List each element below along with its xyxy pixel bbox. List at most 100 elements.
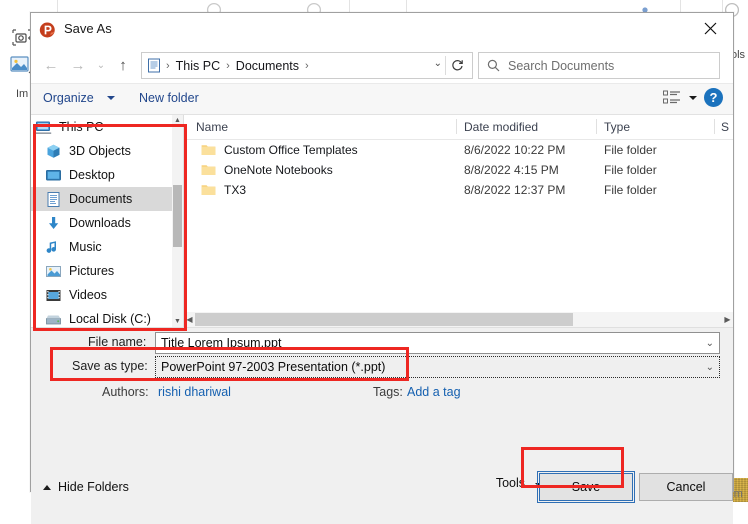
ribbon-group-label-images: Im (16, 88, 29, 100)
documents-folder-icon (148, 58, 160, 73)
file-list-horizontal-scrollbar[interactable]: ◀ ▶ (184, 312, 733, 327)
sidebar-item-local-disk-c[interactable]: Local Disk (C:) (31, 307, 183, 327)
close-icon[interactable] (687, 13, 733, 43)
breadcrumb-item-documents[interactable]: Documents (235, 59, 300, 73)
dialog-titlebar: Save As (31, 13, 733, 47)
file-list-header: Name Date modified Type S (184, 115, 733, 140)
sidebar-item-this-pc[interactable]: This PC (31, 115, 183, 139)
breadcrumb-divider (445, 56, 446, 75)
back-icon[interactable]: ← (41, 55, 61, 75)
cancel-label: Cancel (666, 480, 706, 494)
breadcrumb-sep-2[interactable]: › (300, 60, 314, 72)
column-header-name[interactable]: Name (196, 120, 228, 134)
sidebar-label: Downloads (69, 216, 131, 230)
dialog-body: This PC 3D Objects Desktop Documents Dow… (31, 115, 733, 327)
desktop-icon (46, 169, 61, 180)
tools-label: Tools (495, 476, 525, 490)
save-as-type-value: PowerPoint 97-2003 Presentation (*.ppt) (161, 360, 386, 374)
sidebar-item-music[interactable]: Music (31, 235, 183, 259)
refresh-glyph (451, 59, 463, 70)
organize-button[interactable]: Organize (43, 91, 94, 105)
pictures-icon (46, 265, 61, 277)
authors-value[interactable]: rishi dhariwal (158, 385, 231, 399)
save-button[interactable]: Save (537, 471, 635, 503)
sidebar-item-downloads[interactable]: Downloads (31, 211, 183, 235)
breadcrumb-item-this-pc[interactable]: This PC (175, 59, 221, 73)
save-as-type-select[interactable]: PowerPoint 97-2003 Presentation (*.ppt) … (155, 356, 720, 378)
table-row[interactable]: Custom Office Templates 8/6/2022 10:22 P… (184, 140, 733, 160)
authors-label: Authors: (102, 385, 149, 399)
file-list-rows: Custom Office Templates 8/6/2022 10:22 P… (184, 140, 733, 200)
forward-icon[interactable]: → (68, 55, 88, 75)
scroll-right-icon[interactable]: ▶ (722, 312, 733, 327)
new-folder-button[interactable]: New folder (139, 91, 199, 105)
add-a-tag-link[interactable]: Add a tag (407, 385, 461, 399)
sidebar-label: This PC (59, 120, 104, 134)
folder-icon (201, 145, 216, 155)
file-list-pane: Name Date modified Type S Custom Office … (184, 115, 733, 327)
refresh-icon[interactable] (448, 57, 466, 73)
scrollbar-thumb[interactable] (173, 185, 182, 247)
sidebar-label: Pictures (69, 264, 115, 278)
organize-caret-icon[interactable] (107, 96, 115, 100)
chevron-up-icon (43, 484, 51, 490)
breadcrumb[interactable]: › This PC › Documents › ⌄ (141, 52, 473, 79)
search-input[interactable]: Search Documents (478, 52, 720, 79)
chevron-down-icon[interactable]: ⌄ (706, 362, 714, 373)
save-label: Save (571, 480, 601, 494)
scroll-up-icon[interactable]: ▲ (172, 115, 183, 126)
folder-icon (201, 165, 216, 175)
sidebar-item-desktop[interactable]: Desktop (31, 163, 183, 187)
view-options-caret-icon[interactable] (689, 96, 697, 100)
chevron-down-icon[interactable]: ⌄ (434, 58, 442, 69)
hscrollbar-thumb[interactable] (195, 313, 573, 326)
recent-locations-icon[interactable]: ⌄ (91, 55, 111, 75)
scroll-down-icon[interactable]: ▼ (172, 316, 183, 327)
scroll-left-icon[interactable]: ◀ (184, 312, 195, 327)
music-icon (46, 240, 57, 253)
column-divider-2[interactable] (596, 119, 597, 134)
sidebar-item-pictures[interactable]: Pictures (31, 259, 183, 283)
table-row[interactable]: OneNote Notebooks 8/8/2022 4:15 PM File … (184, 160, 733, 180)
cell-type: File folder (604, 183, 657, 197)
sidebar-item-documents[interactable]: Documents (31, 187, 183, 211)
3d-objects-icon (47, 144, 60, 158)
close-x-glyph (704, 22, 716, 34)
downloads-icon (49, 216, 59, 229)
cell-type: File folder (604, 143, 657, 157)
sidebar-label: 3D Objects (69, 144, 131, 158)
hide-folders-button[interactable]: Hide Folders (43, 480, 129, 494)
file-name-input[interactable]: Title Lorem Ipsum.ppt ⌄ (155, 332, 720, 354)
hide-folders-label: Hide Folders (58, 480, 129, 494)
up-one-level-icon[interactable]: ↑ (113, 55, 133, 75)
cell-type: File folder (604, 163, 657, 177)
cell-date: 8/6/2022 10:22 PM (464, 143, 566, 157)
breadcrumb-sep-1: › (226, 59, 230, 72)
help-icon[interactable]: ? (704, 88, 723, 107)
sidebar-label: Desktop (69, 168, 115, 182)
file-name-label: File name: (88, 335, 147, 349)
save-as-dialog: Save As ← → ⌄ ↑ › This PC › Documents › … (30, 12, 734, 524)
save-form: File name: Title Lorem Ipsum.ppt ⌄ Save … (31, 327, 733, 524)
sidebar-item-3d-objects[interactable]: 3D Objects (31, 139, 183, 163)
tools-button[interactable]: Tools (496, 476, 525, 490)
column-header-type[interactable]: Type (604, 120, 630, 134)
breadcrumb-sep-0: › (166, 59, 170, 72)
search-icon (487, 59, 500, 72)
column-header-size[interactable]: S (721, 120, 729, 134)
powerpoint-icon (39, 22, 55, 38)
column-divider-1[interactable] (456, 119, 457, 134)
column-header-date-modified[interactable]: Date modified (464, 120, 538, 134)
screenshot-icon[interactable] (12, 28, 32, 46)
navigation-pane-scrollbar[interactable]: ▲ ▼ (172, 115, 183, 327)
cancel-button[interactable]: Cancel (639, 473, 733, 501)
list-view-icon[interactable] (663, 90, 681, 106)
cell-date: 8/8/2022 4:15 PM (464, 163, 559, 177)
navigation-bar: ← → ⌄ ↑ › This PC › Documents › ⌄ Search… (31, 47, 733, 83)
column-divider-3[interactable] (714, 119, 715, 134)
table-row[interactable]: TX3 8/8/2022 12:37 PM File folder (184, 180, 733, 200)
dialog-title: Save As (64, 21, 112, 36)
tags-label: Tags: (373, 385, 403, 399)
chevron-down-icon[interactable]: ⌄ (706, 338, 714, 349)
sidebar-item-videos[interactable]: Videos (31, 283, 183, 307)
